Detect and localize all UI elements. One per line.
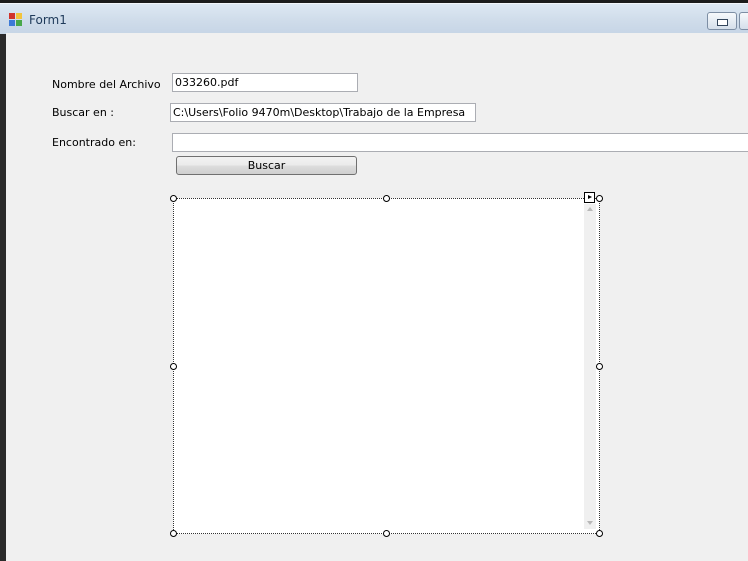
scroll-down-arrow-icon[interactable] — [587, 521, 593, 525]
title-bar[interactable]: Form1 — [0, 3, 748, 34]
resize-handle-right[interactable] — [596, 363, 603, 370]
maximize-button[interactable] — [739, 12, 748, 30]
resize-handle-top-left[interactable] — [170, 195, 177, 202]
window-title: Form1 — [29, 13, 67, 27]
resize-handle-bottom-left[interactable] — [170, 530, 177, 537]
resize-handle-bottom-right[interactable] — [596, 530, 603, 537]
found-in-input[interactable] — [172, 133, 748, 152]
windows-form-icon — [9, 13, 23, 27]
found-in-label: Encontrado en: — [52, 136, 136, 149]
smart-tag-arrow-icon[interactable] — [584, 192, 595, 203]
file-name-label: Nombre del Archivo — [52, 78, 161, 91]
search-in-label: Buscar en : — [52, 106, 114, 119]
resize-handle-top-right[interactable] — [596, 195, 603, 202]
scroll-up-arrow-icon[interactable] — [587, 207, 593, 211]
search-button[interactable]: Buscar — [176, 156, 357, 175]
file-name-input[interactable]: 033260.pdf — [172, 73, 358, 92]
results-listbox[interactable] — [173, 198, 600, 534]
listbox-scrollbar[interactable] — [584, 204, 596, 529]
resize-handle-left[interactable] — [170, 363, 177, 370]
search-in-input[interactable]: C:\Users\Folio 9470m\Desktop\Trabajo de … — [170, 103, 476, 122]
resize-handle-top[interactable] — [383, 195, 390, 202]
minimize-button[interactable] — [707, 12, 737, 30]
resize-handle-bottom[interactable] — [383, 530, 390, 537]
